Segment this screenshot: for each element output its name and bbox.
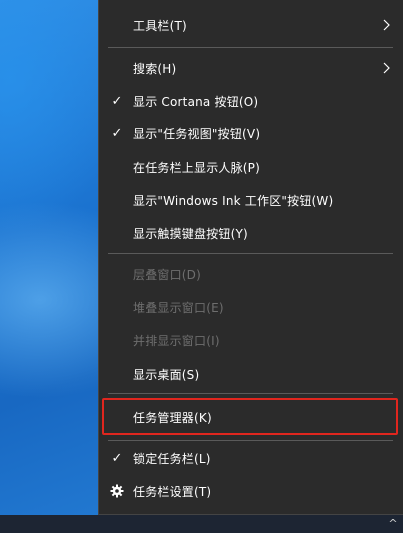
submenu-arrow-icon xyxy=(381,62,391,74)
menu-item-label: 显示"任务视图"按钮(V) xyxy=(133,126,261,141)
menu-item-cascade-windows: 层叠窗口(D) xyxy=(99,259,397,289)
menu-item-search[interactable]: 搜索(H) xyxy=(99,53,397,83)
menu-item-lock-taskbar[interactable]: ✓ 锁定任务栏(L) xyxy=(99,443,397,473)
menu-item-label: 显示 Cortana 按钮(O) xyxy=(133,94,259,109)
menu-separator xyxy=(108,253,393,254)
menu-item-label: 搜索(H) xyxy=(133,61,177,76)
menu-item-label: 堆叠显示窗口(E) xyxy=(133,300,224,315)
menu-item-label: 显示触摸键盘按钮(Y) xyxy=(133,226,248,241)
tray-chevron-icon[interactable]: ^ xyxy=(383,515,403,533)
menu-item-label: 层叠窗口(D) xyxy=(133,267,202,282)
submenu-arrow-icon xyxy=(381,19,391,31)
highlight-annotation-box xyxy=(102,398,398,435)
gear-icon xyxy=(110,484,124,498)
menu-item-show-touch-keyboard-button[interactable]: 显示触摸键盘按钮(Y) xyxy=(99,218,397,248)
menu-item-show-people[interactable]: 在任务栏上显示人脉(P) xyxy=(99,152,397,182)
menu-item-show-cortana-button[interactable]: ✓ 显示 Cortana 按钮(O) xyxy=(99,86,397,116)
checkmark-icon: ✓ xyxy=(111,93,123,109)
checkmark-icon: ✓ xyxy=(111,450,123,466)
menu-item-show-task-view-button[interactable]: ✓ 显示"任务视图"按钮(V) xyxy=(99,118,397,148)
menu-item-toolbars[interactable]: 工具栏(T) xyxy=(99,10,397,40)
menu-separator xyxy=(108,47,393,48)
menu-item-label: 显示桌面(S) xyxy=(133,367,200,382)
menu-item-taskbar-settings[interactable]: 任务栏设置(T) xyxy=(99,476,397,506)
menu-item-label: 锁定任务栏(L) xyxy=(133,451,211,466)
menu-item-label: 工具栏(T) xyxy=(133,18,187,33)
menu-item-show-desktop[interactable]: 显示桌面(S) xyxy=(99,359,397,389)
menu-item-show-windows-ink-button[interactable]: 显示"Windows Ink 工作区"按钮(W) xyxy=(99,185,397,215)
menu-item-label: 任务栏设置(T) xyxy=(133,484,212,499)
taskbar[interactable] xyxy=(0,515,403,533)
taskbar-context-menu: 工具栏(T) 搜索(H) ✓ 显示 Cortana 按钮(O) ✓ 显示"任务视… xyxy=(98,0,403,515)
menu-item-label: 显示"Windows Ink 工作区"按钮(W) xyxy=(133,193,334,208)
menu-separator xyxy=(108,440,393,441)
menu-item-side-by-side-windows: 并排显示窗口(I) xyxy=(99,325,397,355)
checkmark-icon: ✓ xyxy=(111,125,123,141)
menu-separator xyxy=(108,393,393,394)
menu-item-stack-windows: 堆叠显示窗口(E) xyxy=(99,292,397,322)
menu-item-label: 在任务栏上显示人脉(P) xyxy=(133,160,261,175)
menu-item-label: 并排显示窗口(I) xyxy=(133,333,220,348)
